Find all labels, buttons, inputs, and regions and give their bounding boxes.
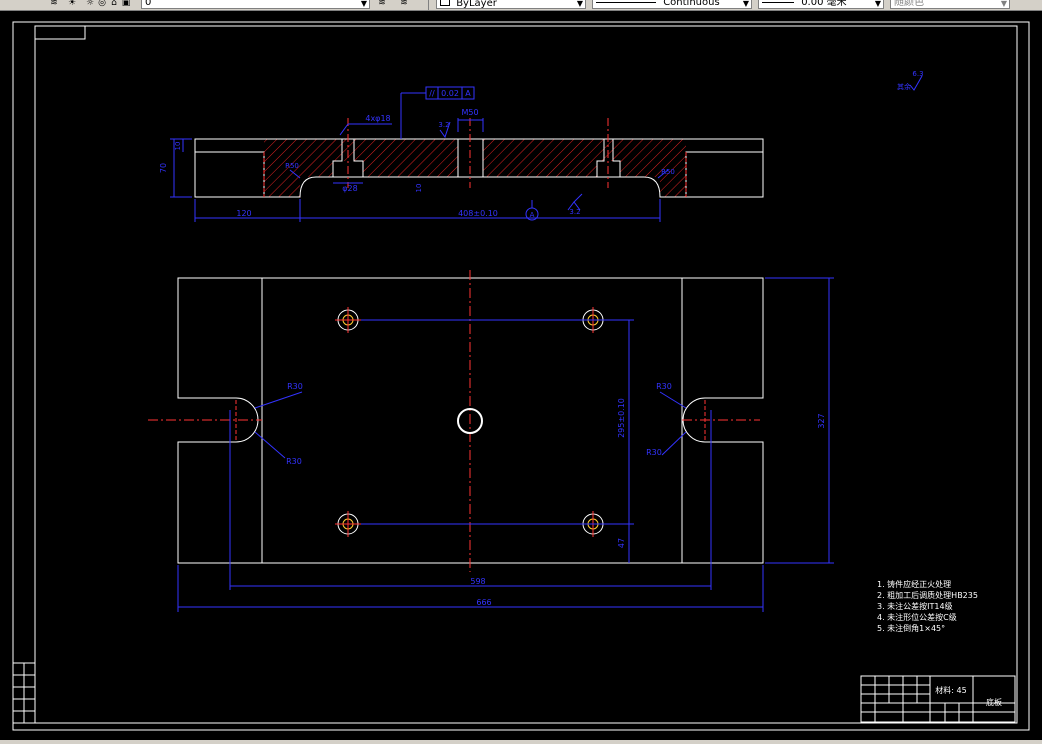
- tolerance-datum: A: [465, 89, 471, 98]
- roughness-corner-value: 6.3: [912, 70, 923, 78]
- title-part-name: 底板: [986, 697, 1002, 707]
- left-flange-outline: [194, 152, 264, 198]
- dim-598: 598: [470, 577, 485, 586]
- dim-47: 47: [617, 538, 626, 548]
- dim-295: 295±0.10: [617, 398, 626, 438]
- lineweight-dropdown[interactable]: 0.00 毫米 ▼: [758, 0, 884, 9]
- revision-strip: [12, 662, 36, 724]
- bulb-icon[interactable]: ☼: [84, 0, 96, 8]
- linetype-dropdown[interactable]: Continuous ▼: [592, 0, 752, 9]
- color-swatch: [440, 0, 450, 6]
- inner-frame: [34, 25, 1018, 724]
- color-square-icon[interactable]: ▣: [120, 0, 132, 8]
- note-1: 1. 铸件应经正火处理: [877, 580, 952, 589]
- right-flange-outline: [686, 152, 764, 198]
- datum-a-label: A: [530, 211, 535, 219]
- layer-manager-icon[interactable]: ≋: [48, 0, 60, 8]
- dim-r50-right: R50: [661, 168, 675, 176]
- make-current-layer-icon[interactable]: ≋: [376, 0, 388, 8]
- note-4: 4. 未注形位公差按C级: [877, 613, 957, 622]
- dim-4xphi18: 4xφ18: [365, 114, 390, 123]
- lineweight-sample: [762, 1, 794, 3]
- toolbar-separator: [428, 0, 429, 10]
- layer-dropdown[interactable]: 0 ▼: [141, 0, 370, 9]
- note-5: 5. 未注倒角1×45°: [877, 624, 946, 633]
- tolerance-symbol: //: [429, 89, 435, 98]
- plotstyle-dropdown-value: 随颜色: [894, 0, 924, 8]
- roughness-top-value: 3.2: [438, 121, 449, 129]
- title-material: 材料: 45: [935, 685, 966, 695]
- dim-phi28: φ28: [342, 184, 357, 193]
- dim-r30-d: R30: [646, 448, 662, 457]
- chevron-down-icon: ▼: [576, 0, 583, 8]
- dim-327: 327: [817, 413, 826, 428]
- roughness-corner-label: 其余: [897, 82, 911, 91]
- dim-70: 70: [159, 163, 168, 173]
- linetype-sample: [596, 1, 656, 3]
- layer-previous-icon[interactable]: ≋: [398, 0, 410, 8]
- chevron-down-icon: ▼: [742, 0, 749, 8]
- dim-r30-a: R30: [287, 382, 303, 391]
- dim-r50-left: R50: [285, 162, 299, 170]
- dim-10: 10: [174, 142, 182, 151]
- hatch-right: [483, 139, 686, 197]
- sun-icon[interactable]: ◎: [96, 0, 108, 8]
- bolt-hole-tl: [335, 307, 361, 333]
- layer-state-icon[interactable]: ☀: [66, 0, 78, 8]
- linetype-dropdown-value: Continuous: [663, 0, 720, 8]
- note-3: 3. 未注公差按IT14级: [877, 602, 953, 611]
- dim-666: 666: [476, 598, 491, 607]
- status-strip: [0, 740, 1042, 744]
- plan-view: R30 R30 R30 R30 295±0.10 47 327 598 666: [148, 270, 834, 612]
- color-dropdown-value: ByLayer: [456, 0, 497, 9]
- note-2: 2. 粗加工后调质处理HB235: [877, 591, 978, 600]
- plotstyle-dropdown[interactable]: 随颜色 ▼: [890, 0, 1010, 9]
- section-view: // 0.02 A A 3.2 3.2 70 10 4xφ18 φ28 M50 …: [159, 86, 764, 222]
- lock-icon[interactable]: ⌂: [108, 0, 120, 8]
- roughness-corner: 6.3 其余: [897, 70, 924, 91]
- chevron-down-icon: ▼: [874, 0, 881, 8]
- lineweight-dropdown-value: 0.00 毫米: [801, 0, 847, 8]
- roughness-bottom-value: 3.2: [569, 208, 580, 216]
- dim-408: 408±0.10: [458, 209, 498, 218]
- code-box: [34, 25, 86, 40]
- dim-10-low: 10: [415, 184, 423, 193]
- tolerance-value: 0.02: [441, 89, 459, 98]
- dim-m50: M50: [461, 108, 478, 117]
- dim-120: 120: [236, 209, 251, 218]
- dim-r30-c: R30: [656, 382, 672, 391]
- dim-r30-b: R30: [286, 457, 302, 466]
- chevron-down-icon: ▼: [1000, 0, 1007, 8]
- chevron-down-icon: ▼: [360, 0, 367, 8]
- color-dropdown[interactable]: ByLayer ▼: [436, 0, 586, 9]
- bolt-hole-bl: [335, 511, 361, 537]
- layer-dropdown-value: 0: [145, 0, 152, 8]
